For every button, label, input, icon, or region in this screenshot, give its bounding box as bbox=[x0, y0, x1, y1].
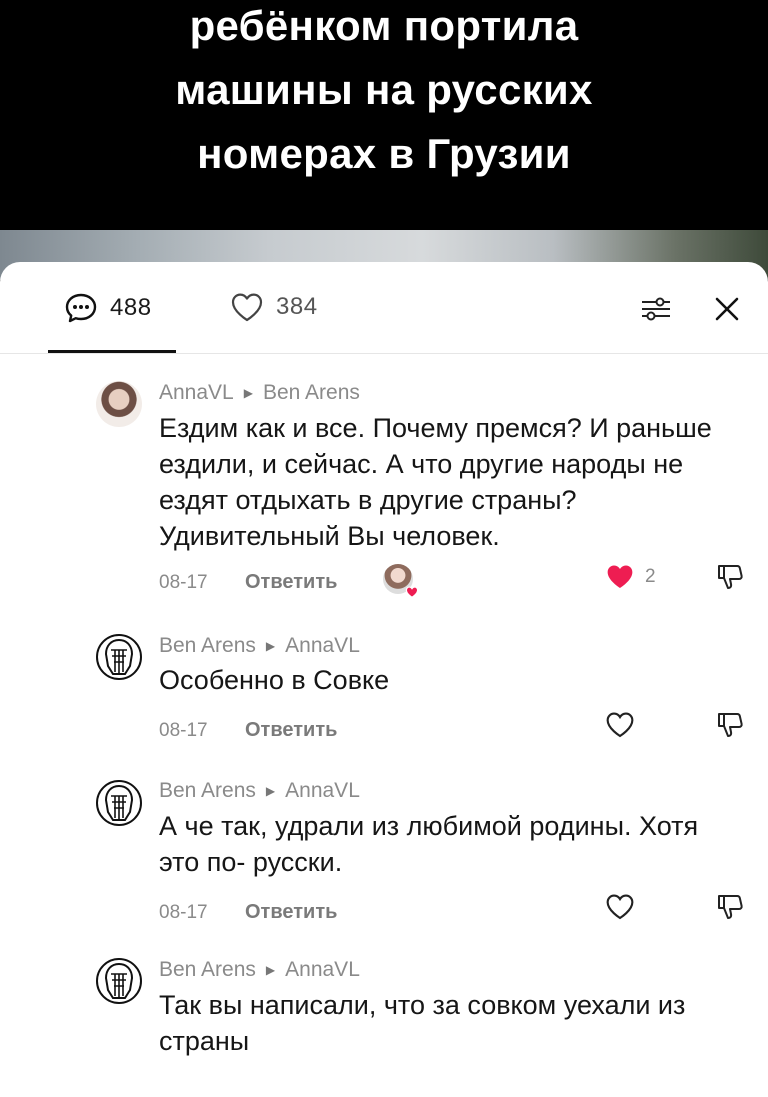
avatar[interactable] bbox=[96, 381, 142, 427]
comment-meta: AnnaVL ▶ Ben Arens bbox=[159, 381, 360, 405]
video-caption: ребёнком портила машины на русских номер… bbox=[0, 0, 768, 186]
filter-sliders-icon bbox=[642, 297, 670, 321]
heart-filled-icon bbox=[607, 565, 633, 588]
thumbs-down-icon bbox=[718, 713, 743, 737]
comment-meta: Ben Arens ▶ AnnaVL bbox=[159, 958, 360, 982]
mini-heart-icon bbox=[405, 586, 419, 598]
sheet-header: 488 384 bbox=[0, 262, 768, 354]
comment-item: Ben Arens ▶ AnnaVL Особенно в Совке 08-1… bbox=[0, 604, 768, 750]
like-button[interactable] bbox=[605, 711, 635, 738]
comment-meta: Ben Arens ▶ AnnaVL bbox=[159, 634, 360, 658]
video-frame[interactable]: ребёнком портила машины на русских номер… bbox=[0, 0, 768, 230]
caption-line-1: ребёнком портила bbox=[189, 2, 579, 49]
dislike-button[interactable] bbox=[715, 562, 745, 597]
comment-actions: 08-17 Ответить 2 bbox=[159, 564, 749, 602]
thumbs-down-icon bbox=[718, 565, 743, 589]
avatar[interactable] bbox=[96, 958, 142, 1004]
author-name[interactable]: AnnaVL bbox=[159, 381, 234, 405]
heart-outline-icon bbox=[606, 712, 634, 738]
creator-liked-avatar bbox=[383, 564, 419, 598]
reply-arrow-icon: ▶ bbox=[265, 784, 276, 798]
author-name[interactable]: Ben Arens bbox=[159, 779, 256, 803]
comment-item: Ben Arens ▶ AnnaVL Так вы написали, что … bbox=[0, 932, 768, 1097]
comment-count: 488 bbox=[110, 294, 152, 321]
tab-likes[interactable]: 384 bbox=[230, 292, 318, 322]
reply-arrow-icon: ▶ bbox=[265, 639, 276, 653]
reply-to-name[interactable]: AnnaVL bbox=[285, 958, 360, 982]
comment-item: Ben Arens ▶ AnnaVL А че так, удрали из л… bbox=[0, 750, 768, 932]
filter-button[interactable] bbox=[640, 296, 672, 327]
comment-date: 08-17 bbox=[159, 572, 208, 593]
comment-actions: 08-17 Ответить bbox=[159, 712, 749, 750]
like-button[interactable] bbox=[605, 893, 635, 920]
predator-mask-icon bbox=[104, 962, 134, 999]
comments-sheet: 488 384 AnnaVL ▶ Ben Arens Ездим как и в… bbox=[0, 262, 768, 1097]
comment-text: Так вы написали, что за совком уехали из… bbox=[159, 990, 686, 1056]
caption-line-3: номерах в Грузии bbox=[197, 130, 571, 177]
comment-like-count: 2 bbox=[645, 565, 656, 587]
close-icon bbox=[715, 297, 739, 321]
reply-to-name[interactable]: AnnaVL bbox=[285, 779, 360, 803]
predator-mask-icon bbox=[104, 638, 134, 675]
like-button[interactable]: 2 bbox=[605, 563, 656, 590]
comment-actions: 08-17 Ответить bbox=[159, 894, 749, 932]
thumbs-down-icon bbox=[718, 895, 743, 919]
comment-bubble-icon bbox=[65, 293, 97, 323]
predator-mask-icon bbox=[104, 784, 134, 821]
reply-arrow-icon: ▶ bbox=[265, 963, 276, 977]
heart-outline-icon bbox=[231, 293, 263, 322]
like-count: 384 bbox=[276, 293, 318, 320]
author-name[interactable]: Ben Arens bbox=[159, 958, 256, 982]
heart-outline-icon bbox=[606, 894, 634, 920]
reply-arrow-icon: ▶ bbox=[243, 386, 253, 400]
comment-date: 08-17 bbox=[159, 720, 208, 741]
avatar[interactable] bbox=[96, 634, 142, 680]
dislike-button[interactable] bbox=[715, 710, 745, 745]
caption-line-2: машины на русских bbox=[175, 66, 593, 113]
comment-date: 08-17 bbox=[159, 902, 208, 923]
reply-to-name[interactable]: AnnaVL bbox=[285, 634, 360, 658]
reply-button[interactable]: Ответить bbox=[245, 901, 337, 924]
avatar[interactable] bbox=[96, 780, 142, 826]
active-tab-indicator bbox=[48, 350, 176, 353]
dislike-button[interactable] bbox=[715, 892, 745, 927]
reply-button[interactable]: Ответить bbox=[245, 571, 337, 594]
comment-text: Особенно в Совке bbox=[159, 665, 390, 695]
comment-text: Ездим как и все. Почему премся? И раньше… bbox=[159, 413, 712, 551]
tab-comments[interactable]: 488 bbox=[64, 292, 152, 324]
comment-text: А че так, удрали из любимой родины. Хотя… bbox=[159, 811, 699, 877]
author-name[interactable]: Ben Arens bbox=[159, 634, 256, 658]
comment-meta: Ben Arens ▶ AnnaVL bbox=[159, 779, 360, 803]
comment-item: AnnaVL ▶ Ben Arens Ездим как и все. Поче… bbox=[0, 354, 768, 604]
reply-to-name[interactable]: Ben Arens bbox=[263, 381, 360, 405]
reply-button[interactable]: Ответить bbox=[245, 719, 337, 742]
close-button[interactable] bbox=[712, 294, 742, 329]
